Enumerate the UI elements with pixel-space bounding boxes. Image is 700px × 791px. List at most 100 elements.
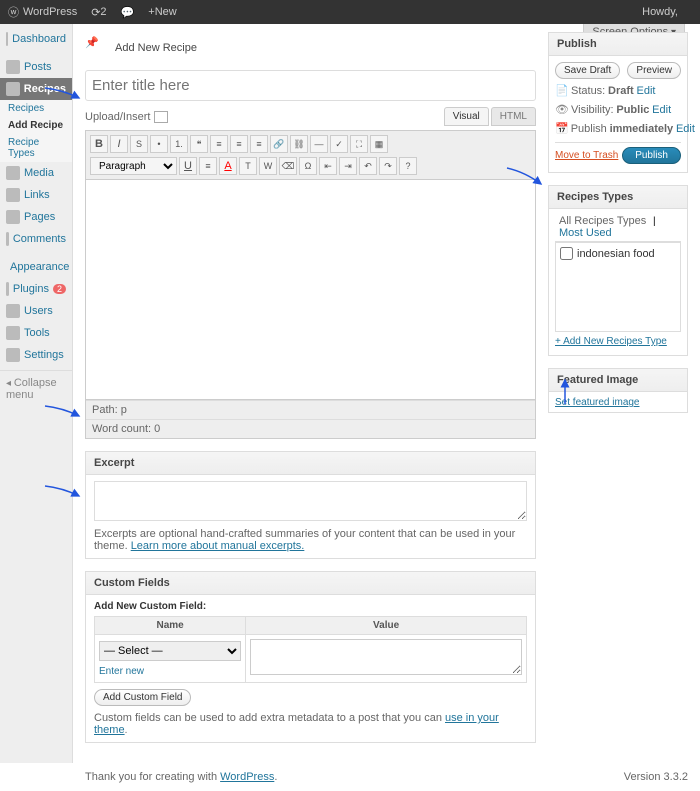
tax-item-label: indonesian food	[577, 248, 655, 260]
tb-fullscreen[interactable]: ⛶	[350, 135, 368, 153]
menu-dashboard-label: Dashboard	[12, 33, 66, 45]
menu-plugins[interactable]: Plugins2	[0, 278, 72, 300]
editor-status: Path: p Word count: 0	[85, 400, 536, 439]
tb-link[interactable]: 🔗	[270, 135, 288, 153]
publish-heading[interactable]: Publish	[549, 33, 687, 56]
menu-tools[interactable]: Tools	[0, 322, 72, 344]
collapse-menu[interactable]: ◂ Collapse menu	[0, 370, 72, 407]
tb-undo[interactable]: ↶	[359, 157, 377, 175]
tab-visual[interactable]: Visual	[444, 107, 489, 126]
howdy-link[interactable]: Howdy,	[642, 6, 678, 18]
tb-kitchensink[interactable]: ▦	[370, 135, 388, 153]
submenu-recipe-types[interactable]: Recipe Types	[0, 134, 72, 162]
content-editor[interactable]	[85, 180, 536, 400]
menu-comments[interactable]: Comments	[0, 228, 72, 250]
tb-pastetext[interactable]: T	[239, 157, 257, 175]
tb-justify[interactable]: ≡	[199, 157, 217, 175]
menu-users[interactable]: Users	[0, 300, 72, 322]
tb-align-center[interactable]: ≡	[230, 135, 248, 153]
menu-settings[interactable]: Settings	[0, 344, 72, 366]
tb-redo[interactable]: ↷	[379, 157, 397, 175]
menu-links[interactable]: Links	[0, 184, 72, 206]
tb-spell[interactable]: ✓	[330, 135, 348, 153]
excerpt-textarea[interactable]	[94, 481, 527, 521]
dashboard-icon	[6, 32, 8, 46]
media-icon	[6, 166, 20, 180]
tax-tab-all[interactable]: All Recipes Types	[555, 215, 650, 227]
title-input[interactable]	[85, 70, 536, 101]
tb-pasteword[interactable]: W	[259, 157, 277, 175]
tb-ol[interactable]: 1.	[170, 135, 188, 153]
featured-image-heading[interactable]: Featured Image	[549, 369, 687, 392]
page-title: 📌Add New Recipe	[85, 36, 536, 60]
tb-outdent[interactable]: ⇤	[319, 157, 337, 175]
menu-media[interactable]: Media	[0, 162, 72, 184]
preview-button[interactable]: Preview	[627, 62, 681, 79]
plugins-badge: 2	[53, 284, 66, 294]
tb-bold[interactable]: B	[90, 135, 108, 153]
eye-icon: 👁	[555, 103, 569, 116]
publish-button[interactable]: Publish	[622, 147, 681, 164]
move-to-trash[interactable]: Move to Trash	[555, 150, 618, 161]
recipes-types-heading[interactable]: Recipes Types	[549, 186, 687, 209]
menu-settings-label: Settings	[24, 349, 64, 361]
key-icon: 📄	[555, 84, 569, 97]
tb-strike[interactable]: S	[130, 135, 148, 153]
submenu-recipes[interactable]: Recipes	[0, 100, 72, 117]
updates-link[interactable]: ⟳ 2	[91, 6, 106, 19]
cf-th-value: Value	[246, 617, 527, 635]
comments-link[interactable]: 💬	[121, 6, 135, 19]
tb-unlink[interactable]: ⛓	[290, 135, 308, 153]
tb-italic[interactable]: I	[110, 135, 128, 153]
tax-tab-most[interactable]: Most Used	[555, 227, 616, 239]
menu-dashboard[interactable]: Dashboard	[0, 28, 72, 50]
admin-sidebar: Dashboard Posts Recipes Recipes Add Reci…	[0, 24, 73, 763]
tb-indent[interactable]: ⇥	[339, 157, 357, 175]
tb-ul[interactable]: •	[150, 135, 168, 153]
tb-clear[interactable]: ⌫	[279, 157, 297, 175]
submenu-add-recipe[interactable]: Add Recipe	[0, 117, 72, 134]
cf-add-button[interactable]: Add Custom Field	[94, 689, 191, 706]
tax-checkbox[interactable]	[560, 247, 573, 260]
menu-posts[interactable]: Posts	[0, 56, 72, 78]
footer-wp-link[interactable]: WordPress	[220, 771, 274, 783]
tb-quote[interactable]: ❝	[190, 135, 208, 153]
tb-align-right[interactable]: ≡	[250, 135, 268, 153]
publish-box: Publish Save Draft Preview 📄Status: Draf…	[548, 32, 688, 173]
cf-enter-new[interactable]: Enter new	[99, 666, 144, 677]
set-featured-image[interactable]: Set featured image	[555, 397, 640, 408]
tb-char[interactable]: Ω	[299, 157, 317, 175]
cf-name-select[interactable]: — Select —	[99, 641, 241, 661]
menu-tools-label: Tools	[24, 327, 50, 339]
menu-recipes[interactable]: Recipes	[0, 78, 72, 100]
cf-value-textarea[interactable]	[250, 639, 522, 675]
upload-media-icon[interactable]	[154, 111, 168, 123]
custom-fields-heading[interactable]: Custom Fields	[86, 572, 535, 595]
status-edit[interactable]: Edit	[636, 85, 655, 97]
admin-topbar: ⓦWordPress ⟳ 2 💬 + New Howdy,	[0, 0, 700, 24]
add-new-tax[interactable]: + Add New Recipes Type	[555, 332, 681, 351]
excerpt-heading[interactable]: Excerpt	[86, 452, 535, 475]
tb-more[interactable]: —	[310, 135, 328, 153]
tb-help[interactable]: ?	[399, 157, 417, 175]
menu-appearance[interactable]: Appearance	[0, 256, 72, 278]
visibility-edit[interactable]: Edit	[652, 104, 671, 116]
schedule-label: Publish	[571, 123, 607, 135]
save-draft-button[interactable]: Save Draft	[555, 62, 620, 79]
new-link[interactable]: + New	[148, 6, 176, 18]
schedule-edit[interactable]: Edit	[676, 123, 695, 135]
users-icon	[6, 304, 20, 318]
excerpt-hint-link[interactable]: Learn more about manual excerpts.	[131, 540, 305, 552]
wp-logo[interactable]: ⓦWordPress	[8, 4, 77, 20]
footer-version: Version 3.3.2	[624, 771, 688, 783]
tab-html[interactable]: HTML	[491, 107, 536, 126]
menu-media-label: Media	[24, 167, 54, 179]
tb-align-left[interactable]: ≡	[210, 135, 228, 153]
editor-wordcount: Word count: 0	[86, 419, 535, 438]
cf-th-name: Name	[95, 617, 246, 635]
tb-color[interactable]: A	[219, 157, 237, 175]
tb-underline[interactable]: U	[179, 157, 197, 175]
tb-format-select[interactable]: Paragraph	[90, 157, 177, 175]
tax-item[interactable]: indonesian food	[560, 247, 676, 260]
menu-pages[interactable]: Pages	[0, 206, 72, 228]
